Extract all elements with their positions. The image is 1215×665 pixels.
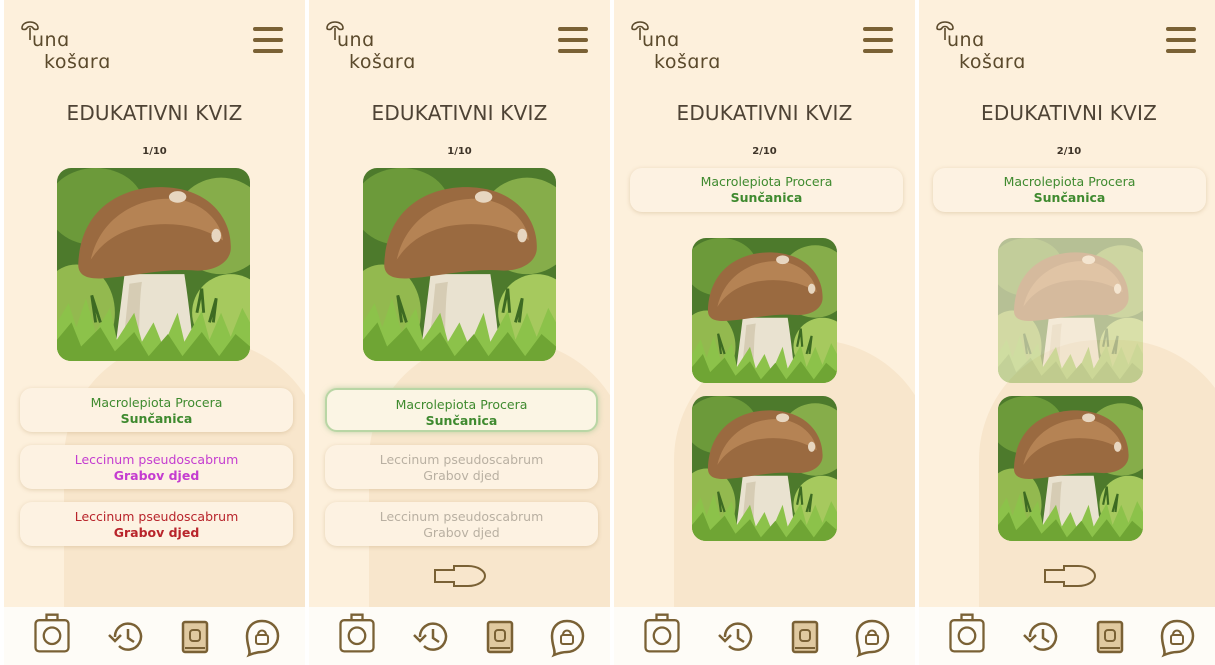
next-arrow-icon[interactable] [1042,561,1098,591]
answer-scientific-name: Leccinum pseudoscabrum [74,452,239,467]
answer-scientific-name: Leccinum pseudoscabrum [379,509,544,524]
answer-option-1-selected[interactable]: Macrolepiota Procera Sunčanica [325,388,598,432]
history-icon[interactable] [410,615,454,659]
logo-line-2: košɑrɑ [654,51,721,73]
photo-option-1-faded[interactable] [998,238,1143,383]
page-title: EDUKATIVNI KVIZ [981,101,1157,125]
question-counter: 1/10 [447,146,472,157]
question-mushroom-name: Macrolepiota Procera Sunčanica [933,168,1206,212]
question-scientific-name: Macrolepiota Procera [700,174,833,189]
answer-option-3[interactable]: Leccinum pseudoscabrum Grabov djed [325,502,598,546]
answer-option-2[interactable]: Leccinum pseudoscabrum Grabov djed [325,445,598,489]
photo-option-2[interactable] [692,396,837,541]
chat-lock-icon[interactable] [1155,615,1199,659]
logo-line-2: košɑrɑ [44,51,111,73]
history-icon[interactable] [715,615,759,659]
question-scientific-name: Macrolepiota Procera [1003,174,1136,189]
book-icon[interactable] [173,615,217,659]
quiz-screen-2: unɑ košɑrɑ EDUKATIVNI KVIZ 1/10 Macrolep… [309,0,610,665]
answer-option-2[interactable]: Leccinum pseudoscabrum Grabov djed [20,445,293,489]
question-mushroom-name: Macrolepiota Procera Sunčanica [630,168,903,212]
menu-hamburger-icon[interactable] [253,27,283,53]
photo-option-2[interactable] [998,396,1143,541]
quiz-screen-1: unɑ košɑrɑ EDUKATIVNI KVIZ 1/10 Macrolep… [4,0,305,665]
logo-line-1: unɑ [32,29,70,51]
bottom-navigation [919,607,1215,665]
basket-icon[interactable] [640,611,684,655]
basket-icon[interactable] [30,611,74,655]
app-logo: unɑ košɑrɑ [630,16,750,74]
logo-line-1: unɑ [337,29,375,51]
page-title: EDUKATIVNI KVIZ [676,101,853,125]
menu-hamburger-icon[interactable] [1166,27,1196,53]
chat-lock-icon[interactable] [240,615,284,659]
basket-icon[interactable] [945,611,989,655]
question-common-name: Sunčanica [730,190,803,205]
question-counter: 1/10 [142,146,167,157]
answer-common-name: Grabov djed [423,525,500,540]
mushroom-photo [57,168,250,361]
app-logo: unɑ košɑrɑ [20,16,140,74]
logo-line-2: košɑrɑ [349,51,416,73]
answer-common-name: Grabov djed [113,525,200,540]
answer-scientific-name: Leccinum pseudoscabrum [379,452,544,467]
answer-scientific-name: Leccinum pseudoscabrum [74,509,239,524]
book-icon[interactable] [478,615,522,659]
mushroom-photo [363,168,556,361]
menu-hamburger-icon[interactable] [863,27,893,53]
page-title: EDUKATIVNI KVIZ [371,101,548,125]
question-counter: 2/10 [752,146,777,157]
quiz-screen-4: unɑ košɑrɑ EDUKATIVNI KVIZ 2/10 Macrolep… [919,0,1215,665]
answer-scientific-name: Macrolepiota Procera [90,395,223,410]
logo-line-2: košɑrɑ [959,51,1026,73]
logo-line-1: unɑ [947,29,985,51]
history-icon[interactable] [105,615,149,659]
history-icon[interactable] [1020,615,1064,659]
page-title: EDUKATIVNI KVIZ [66,101,243,125]
menu-hamburger-icon[interactable] [558,27,588,53]
answer-common-name: Sunčanica [120,411,193,426]
quiz-screen-3: unɑ košɑrɑ EDUKATIVNI KVIZ 2/10 Macrolep… [614,0,915,665]
app-logo: unɑ košɑrɑ [935,16,1055,74]
answer-common-name: Sunčanica [425,413,498,428]
answer-scientific-name: Macrolepiota Procera [395,397,528,412]
book-icon[interactable] [1088,615,1132,659]
bottom-navigation [309,607,610,665]
photo-option-1[interactable] [692,238,837,383]
answer-option-1[interactable]: Macrolepiota Procera Sunčanica [20,388,293,432]
bottom-navigation [614,607,915,665]
question-common-name: Sunčanica [1033,190,1106,205]
logo-line-1: unɑ [642,29,680,51]
answer-common-name: Grabov djed [423,468,500,483]
next-arrow-icon[interactable] [432,561,488,591]
chat-lock-icon[interactable] [545,615,589,659]
app-logo: unɑ košɑrɑ [325,16,445,74]
answer-option-3[interactable]: Leccinum pseudoscabrum Grabov djed [20,502,293,546]
basket-icon[interactable] [335,611,379,655]
bottom-navigation [4,607,305,665]
book-icon[interactable] [783,615,827,659]
chat-lock-icon[interactable] [850,615,894,659]
answer-common-name: Grabov djed [113,468,200,483]
question-counter: 2/10 [1056,146,1082,157]
